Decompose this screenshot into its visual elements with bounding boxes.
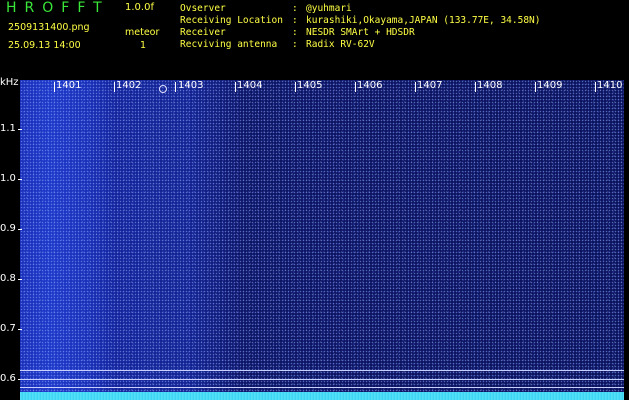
meteor-count: 1 xyxy=(140,40,147,51)
x-label: 1410 xyxy=(597,80,623,91)
x-label: 1409 xyxy=(537,80,563,91)
info-row-antenna: Recviving antenna : Radix RV-62V xyxy=(180,39,375,50)
app-version: 1.0.0f xyxy=(125,2,154,13)
x-tick xyxy=(595,82,596,92)
header: HROFFT 1.0.0f 2509131400.png 25.09.13 14… xyxy=(0,0,629,76)
y-label: 0.8 xyxy=(0,273,16,284)
meteor-marker xyxy=(159,85,167,93)
axis-unit: kHz xyxy=(0,77,19,88)
info-label: Ovserver xyxy=(180,3,226,14)
x-label: 1401 xyxy=(56,80,82,91)
x-tick xyxy=(295,82,296,92)
info-row-observer: Ovserver : @yuhmari xyxy=(180,3,352,14)
y-label: 1.0 xyxy=(0,173,16,184)
app-title: HROFFT xyxy=(6,0,110,16)
y-label: 1.1 xyxy=(0,123,16,134)
info-label: Receiver xyxy=(180,27,226,38)
info-value: kurashiki,Okayama,JAPAN (133.77E, 34.58N… xyxy=(306,15,541,26)
info-label: Receiving Location xyxy=(180,15,283,26)
meteor-label: meteor xyxy=(125,27,160,38)
y-tick xyxy=(18,229,22,230)
y-label: 0.7 xyxy=(0,323,16,334)
y-tick xyxy=(18,179,22,180)
station-info: Ovserver : @yuhmari Receiving Location :… xyxy=(180,3,541,51)
reference-line xyxy=(20,379,624,380)
x-tick xyxy=(114,82,115,92)
y-label: 0.6 xyxy=(0,373,16,384)
y-tick xyxy=(18,279,22,280)
x-tick xyxy=(535,82,536,92)
x-label: 1402 xyxy=(116,80,142,91)
x-label: 1405 xyxy=(297,80,323,91)
y-label: 0.9 xyxy=(0,223,16,234)
x-label: 1407 xyxy=(417,80,443,91)
reference-line xyxy=(20,370,624,371)
file-name: 2509131400.png xyxy=(8,22,90,33)
info-row-receiver: Receiver : NESDR SMArt + HDSDR xyxy=(180,27,415,38)
info-row-location: Receiving Location : kurashiki,Okayama,J… xyxy=(180,15,541,26)
spectrogram-noise xyxy=(20,80,624,396)
x-label: 1403 xyxy=(178,80,204,91)
info-value: Radix RV-62V xyxy=(306,39,375,50)
y-tick xyxy=(18,329,22,330)
x-tick xyxy=(175,82,176,92)
info-value: @yuhmari xyxy=(306,3,352,14)
info-value: NESDR SMArt + HDSDR xyxy=(306,27,415,38)
x-tick xyxy=(54,82,55,92)
x-tick xyxy=(415,82,416,92)
reference-line xyxy=(20,387,624,388)
x-tick xyxy=(475,82,476,92)
x-label: 1408 xyxy=(477,80,503,91)
x-tick xyxy=(355,82,356,92)
x-tick xyxy=(235,82,236,92)
y-tick xyxy=(18,129,22,130)
x-label: 1406 xyxy=(357,80,383,91)
spectrogram[interactable] xyxy=(20,80,624,396)
date-time: 25.09.13 14:00 xyxy=(8,40,81,51)
info-label: Recviving antenna xyxy=(180,39,278,50)
x-label: 1404 xyxy=(237,80,263,91)
signal-band xyxy=(20,392,624,400)
